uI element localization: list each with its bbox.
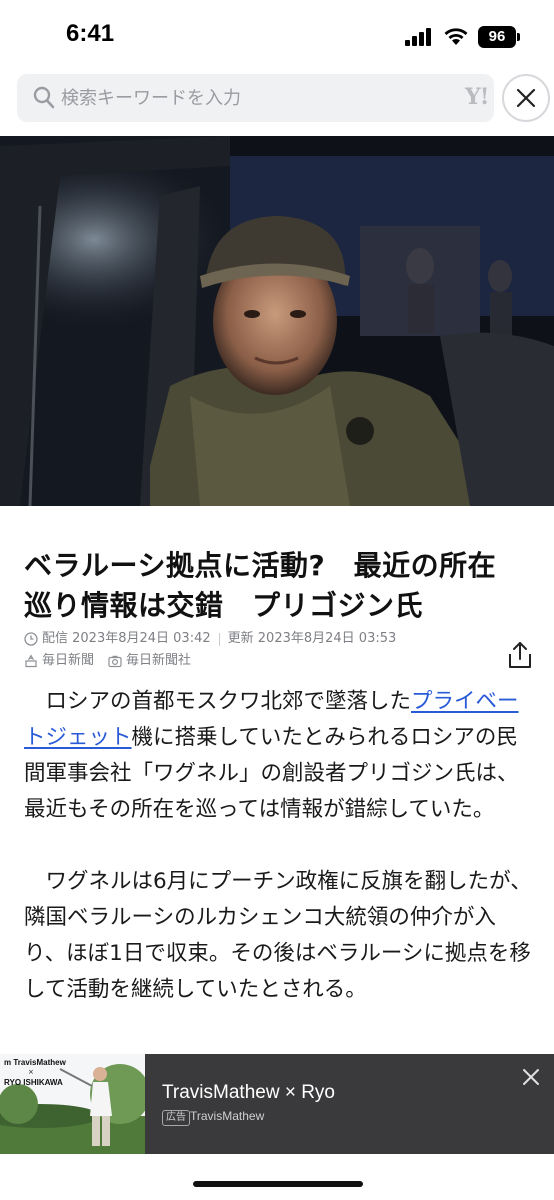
home-indicator[interactable] xyxy=(193,1181,363,1187)
paragraph-text: ロシアの首都モスクワ北郊で墜落した xyxy=(45,689,412,714)
article-paragraph: ロシアの首都モスクワ北郊で墜落したプライベートジェット機に搭乗していたとみられる… xyxy=(24,684,532,828)
ad-image-cross: × xyxy=(28,1068,34,1076)
yahoo-logo: Y! xyxy=(465,84,489,110)
ad-badge: 広告 xyxy=(162,1110,190,1126)
article-title-line1: ベラルーシ拠点に活動? 最近の所在 xyxy=(24,549,497,582)
status-bar: 6:41 96 xyxy=(0,0,554,70)
ad-image-name: RYO ISHIKAWA xyxy=(4,1078,63,1087)
meta-divider xyxy=(218,632,220,646)
search-input[interactable] xyxy=(61,74,431,122)
ad-banner[interactable]: m TravisMathew × RYO ISHIKAWA TravisMath… xyxy=(0,1054,554,1154)
source-name[interactable]: 毎日新聞 xyxy=(42,650,94,672)
ad-image-illustration xyxy=(0,1054,145,1154)
ad-image-brand: m TravisMathew xyxy=(4,1058,66,1067)
article-paragraph: ワグネルは6月にプーチン政権に反旗を翻したが、隣国ベラルーシのルカシェンコ大統領… xyxy=(24,869,532,1002)
photo-credit: 毎日新聞社 xyxy=(126,653,192,668)
share-icon[interactable] xyxy=(506,640,534,670)
article-title-line2: 巡り情報は交錯 プリゴジン氏 xyxy=(24,589,424,622)
wifi-icon xyxy=(444,28,468,45)
article-photo-illustration xyxy=(0,136,554,506)
article-meta: 配信 2023年8月24日 03:42 更新 2023年8月24日 03:53 毎… xyxy=(24,628,504,672)
close-button[interactable] xyxy=(502,74,550,122)
clock-icon xyxy=(24,632,38,646)
search-bar[interactable]: Y! xyxy=(17,74,494,122)
source-icon xyxy=(25,654,37,668)
close-icon xyxy=(516,88,536,108)
article-title: ベラルーシ拠点に活動? 最近の所在 巡り情報は交錯 プリゴジン氏 xyxy=(24,546,534,626)
status-time: 6:41 xyxy=(66,20,115,47)
cellular-signal-icon xyxy=(405,28,435,46)
search-icon xyxy=(33,86,55,109)
ad-close-icon[interactable] xyxy=(520,1066,542,1088)
ad-title[interactable]: TravisMathew × Ryo xyxy=(162,1082,335,1104)
article-body: ロシアの首都モスクワ北郊で墜落したプライベートジェット機に搭乗していたとみられる… xyxy=(24,684,532,1044)
camera-icon xyxy=(108,655,122,668)
updated-date: 更新 2023年8月24日 03:53 xyxy=(227,631,397,646)
bottom-safe-area xyxy=(0,1154,554,1200)
battery-indicator: 96 xyxy=(478,26,520,48)
ad-image[interactable]: m TravisMathew × RYO ISHIKAWA xyxy=(0,1054,145,1154)
article-photo[interactable] xyxy=(0,136,554,506)
ad-sponsor[interactable]: TravisMathew xyxy=(190,1109,264,1123)
published-date: 配信 2023年8月24日 03:42 xyxy=(42,631,211,646)
